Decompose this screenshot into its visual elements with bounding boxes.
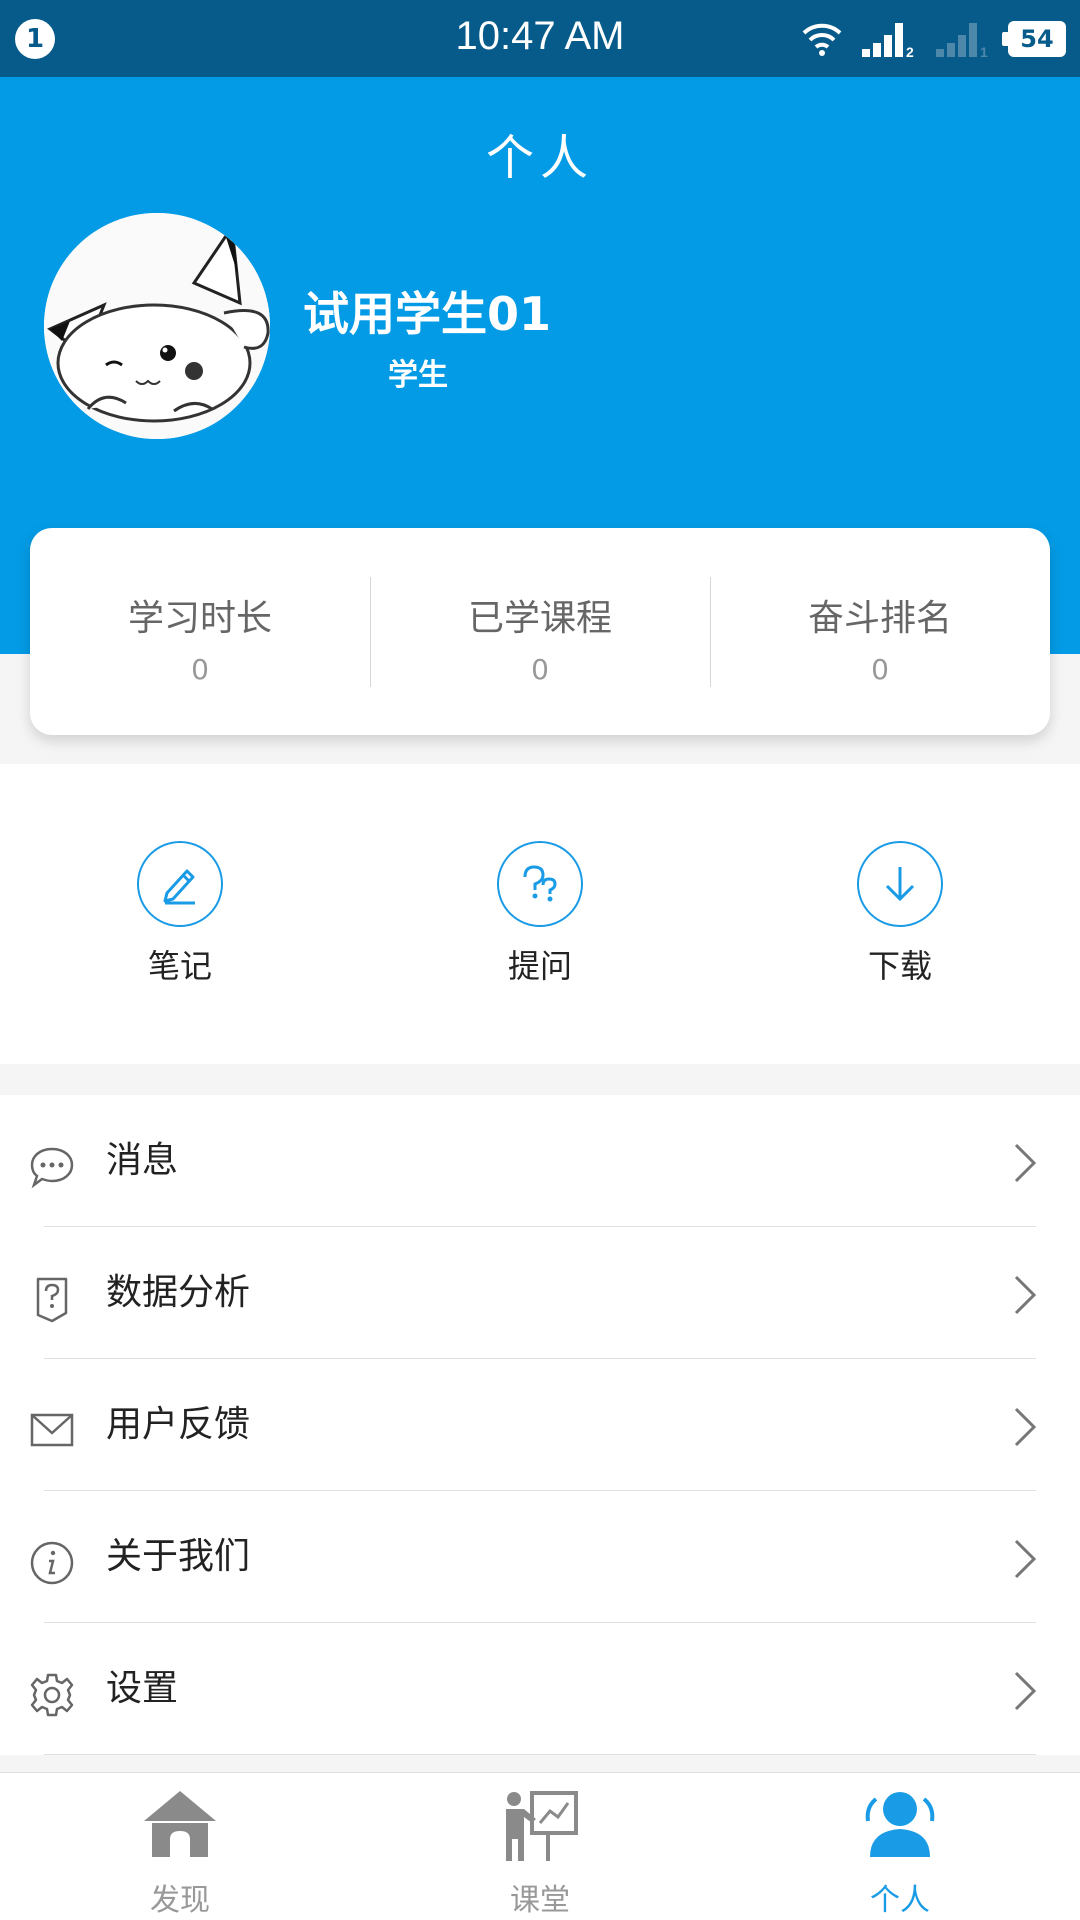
menu-item-label: 设置 (106, 1668, 179, 1709)
status-bar: 1 10:47 AM 2 1 54 (0, 0, 1080, 77)
question-icon (497, 841, 583, 927)
menu-item-feedback[interactable]: 用户反馈 (0, 1359, 1080, 1491)
signal-sim1-icon: 1 (936, 23, 988, 59)
user-role: 学生 (388, 358, 448, 393)
user-name: 试用学生01 (303, 287, 552, 341)
avatar[interactable] (44, 213, 270, 439)
nav-tab-label: 课堂 (510, 1883, 570, 1918)
notes-button[interactable]: 笔记 (80, 841, 280, 987)
menu-item-label: 用户反馈 (106, 1404, 251, 1445)
nav-tab-discover[interactable]: 发现 (0, 1773, 360, 1920)
nav-tab-label: 个人 (870, 1883, 930, 1918)
signal-sim2-icon: 2 (862, 23, 914, 59)
pikachu-avatar-icon (44, 213, 270, 439)
stat-label: 学习时长 (127, 597, 272, 639)
person-icon (865, 1792, 935, 1857)
stat-value: 0 (531, 652, 549, 686)
status-icons: 2 1 54 (800, 17, 1066, 61)
menu-item-settings[interactable]: 设置 (0, 1623, 1080, 1755)
download-icon (857, 841, 943, 927)
notes-label: 笔记 (147, 947, 212, 985)
menu-item-label: 消息 (106, 1140, 179, 1181)
chat-bubble-icon (30, 1147, 74, 1189)
envelope-icon (30, 1413, 74, 1447)
nav-tab-classroom[interactable]: 课堂 (360, 1773, 720, 1920)
svg-text:1: 1 (980, 44, 988, 59)
battery-icon: 54 (1002, 21, 1066, 57)
menu-item-about-us[interactable]: 关于我们 (0, 1491, 1080, 1623)
download-button[interactable]: 下载 (800, 841, 1000, 987)
ask-question-button[interactable]: 提问 (440, 841, 640, 987)
home-icon (144, 1791, 216, 1857)
pencil-icon (137, 841, 223, 927)
document-question-icon (36, 1277, 68, 1323)
stat-value: 0 (191, 652, 209, 686)
menu-item-data-analysis[interactable]: 数据分析 (0, 1227, 1080, 1359)
stat-label: 已学课程 (467, 597, 612, 639)
chevron-right-icon (1014, 1671, 1037, 1711)
stat-label: 奋斗排名 (807, 597, 952, 639)
menu-item-label: 数据分析 (106, 1272, 251, 1313)
info-icon (30, 1541, 74, 1585)
settings-menu: 消息 数据分析 用户反馈 关于我们 设置 (0, 1095, 1080, 1755)
gear-icon (30, 1673, 74, 1717)
chevron-right-icon (1014, 1407, 1037, 1447)
stat-ranking[interactable]: 奋斗排名 0 (710, 576, 1050, 687)
menu-item-messages[interactable]: 消息 (0, 1095, 1080, 1227)
download-label: 下载 (867, 947, 932, 985)
nav-tab-personal[interactable]: 个人 (720, 1773, 1080, 1920)
stat-courses-learned[interactable]: 已学课程 0 (370, 576, 710, 687)
quick-actions: 笔记 提问 下载 (0, 764, 1080, 1064)
menu-item-label: 关于我们 (106, 1536, 251, 1577)
ask-question-label: 提问 (507, 947, 572, 985)
stat-value: 0 (871, 652, 889, 686)
stat-study-time[interactable]: 学习时长 0 (30, 577, 370, 687)
chevron-right-icon (1014, 1539, 1037, 1579)
nav-tab-label: 发现 (150, 1883, 210, 1918)
chevron-right-icon (1014, 1143, 1037, 1183)
classroom-icon (506, 1791, 578, 1861)
page-title: 个人 (485, 130, 594, 186)
wifi-icon (802, 23, 842, 56)
chevron-right-icon (1014, 1275, 1037, 1315)
bottom-nav: 发现 课堂 个人 (0, 1772, 1080, 1920)
stats-card: 学习时长 0 已学课程 0 奋斗排名 0 (30, 528, 1050, 735)
svg-text:2: 2 (906, 44, 914, 59)
